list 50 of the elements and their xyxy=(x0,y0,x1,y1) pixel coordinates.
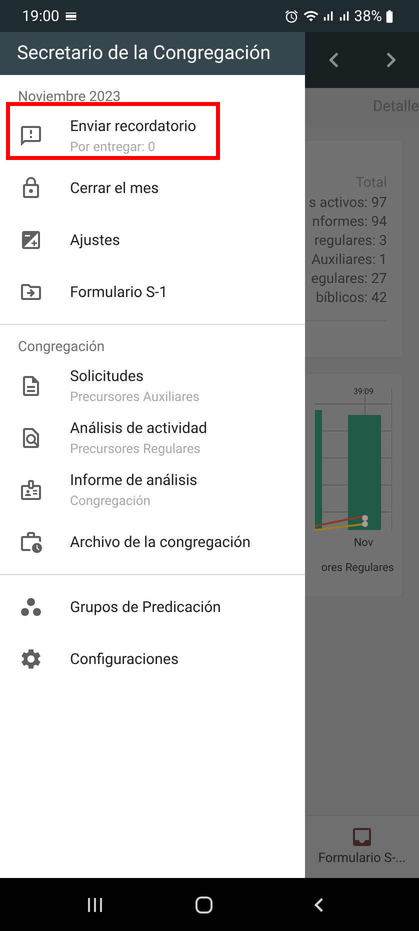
axis-label: Nov xyxy=(354,535,374,551)
alarm-icon xyxy=(284,8,300,24)
item-label: Archivo de la congregación xyxy=(70,532,251,553)
totals-line: s activos: 97 xyxy=(308,194,387,213)
drawer-item[interactable]: Cerrar el mes xyxy=(0,162,305,214)
signal-icon xyxy=(337,9,352,23)
totals-line: egulares: 27 xyxy=(311,270,387,289)
settings-icon xyxy=(19,647,43,671)
totals-line: Auxiliares: 1 xyxy=(311,251,387,270)
section-header: Noviembre 2023 xyxy=(17,88,122,107)
item-subtitle: Precursores Regulares xyxy=(70,440,202,458)
item-label: Grupos de Predicación xyxy=(70,596,221,618)
item-label: Análisis de actividad xyxy=(70,418,208,439)
drawer-item[interactable]: Ajustes xyxy=(0,214,305,266)
briefcase-clock-icon xyxy=(19,530,43,554)
drawer-item[interactable]: Informe de análisis Congregación xyxy=(0,464,305,516)
clock-time: 19:00 xyxy=(22,6,60,27)
drawer-item[interactable]: Solicitudes Precursores Auxiliares xyxy=(0,360,305,412)
item-label: Cerrar el mes xyxy=(70,178,159,199)
totals-line: nformes: 94 xyxy=(312,213,387,232)
item-subtitle: Precursores Auxiliares xyxy=(70,388,200,406)
item-label: Formulario S-1 xyxy=(70,282,168,303)
drawer-item[interactable]: Archivo de la congregación xyxy=(0,516,305,568)
section-header: Congregación xyxy=(17,338,106,357)
item-label: Ajustes xyxy=(70,230,120,251)
feedback-icon xyxy=(19,124,43,148)
item-subtitle: Congregación xyxy=(70,492,152,510)
home-icon[interactable] xyxy=(195,896,214,914)
drawer-item[interactable]: Análisis de actividad Precursores Regulares xyxy=(0,412,305,464)
bar-value-label: 39:09 xyxy=(354,386,374,398)
item-label: Informe de análisis xyxy=(70,470,198,491)
drawer-item[interactable]: Enviar recordatorio Por entregar: 0 xyxy=(0,110,305,162)
drawer-title: Secretario de la Congregación xyxy=(17,40,271,66)
drawer-item[interactable]: Configuraciones xyxy=(0,633,305,685)
legend-label: ores Regulares xyxy=(321,560,394,576)
totals-line: bíblicos: 42 xyxy=(316,289,387,308)
wifi-icon xyxy=(303,8,320,24)
battery-percent: 38% xyxy=(354,6,382,27)
totals-line: regulares: 3 xyxy=(314,232,387,251)
group-icon xyxy=(19,595,43,619)
item-subtitle: Por entregar: 0 xyxy=(70,138,156,156)
signal-icon xyxy=(321,9,336,23)
recent-apps-icon[interactable] xyxy=(86,896,104,912)
item-label: Configuraciones xyxy=(70,648,179,670)
drawer-item[interactable]: Formulario S-1 xyxy=(0,266,305,318)
badge-icon xyxy=(19,478,43,502)
drawer-item[interactable]: Grupos de Predicación xyxy=(0,581,305,633)
plus-minus-icon xyxy=(19,228,43,252)
item-label: Enviar recordatorio xyxy=(70,116,196,137)
item-label: Solicitudes xyxy=(70,366,145,387)
